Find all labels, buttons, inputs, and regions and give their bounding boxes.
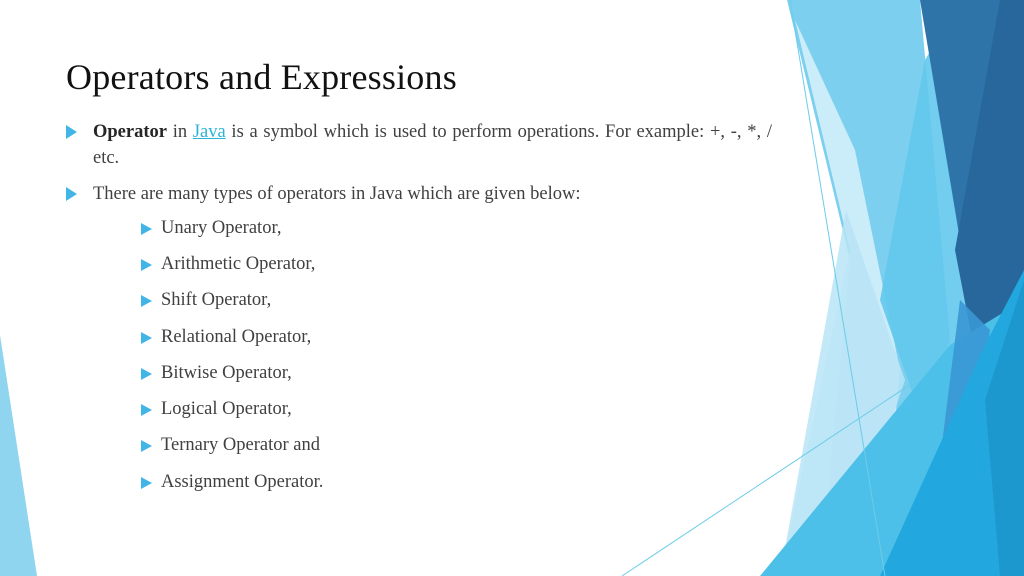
- java-link[interactable]: Java: [193, 122, 226, 142]
- sub-bullet-text: Logical Operator,: [161, 399, 292, 419]
- bullet-arrow-icon: [66, 187, 77, 201]
- sub-bullet-arrow-icon: [141, 259, 152, 271]
- sub-bullet-arrow-icon: [141, 404, 152, 416]
- sub-bullet-arrow-icon: [141, 477, 152, 489]
- slide: Operators and Expressions Operator in Ja…: [0, 0, 1024, 576]
- sub-bullet-text: Unary Operator,: [161, 218, 282, 238]
- sub-bullet-text: Bitwise Operator,: [161, 363, 292, 383]
- bullet-text: There are many types of operators in Jav…: [93, 184, 581, 204]
- sub-bullet-text: Arithmetic Operator,: [161, 254, 316, 274]
- sub-bullet-text: Assignment Operator.: [161, 472, 324, 492]
- text-fragment: in: [166, 122, 193, 142]
- sub-bullet-text: Relational Operator,: [161, 327, 312, 347]
- sub-bullet-arrow-icon: [141, 368, 152, 380]
- sub-bullet-arrow-icon: [141, 332, 152, 344]
- sub-bullet-arrow-icon: [141, 223, 152, 235]
- sub-bullet-arrow-icon: [141, 295, 152, 307]
- bullet-arrow-icon: [66, 125, 77, 139]
- left-accent-shape: [0, 335, 37, 576]
- sub-bullet-text: Ternary Operator and: [161, 435, 320, 455]
- sub-bullet-arrow-icon: [141, 440, 152, 452]
- bold-term: Operator: [93, 122, 167, 142]
- bullet-text: Operator in Java is a symbol which is us…: [93, 119, 772, 171]
- slide-title: Operators and Expressions: [66, 57, 457, 97]
- sub-bullet-text: Shift Operator,: [161, 290, 272, 310]
